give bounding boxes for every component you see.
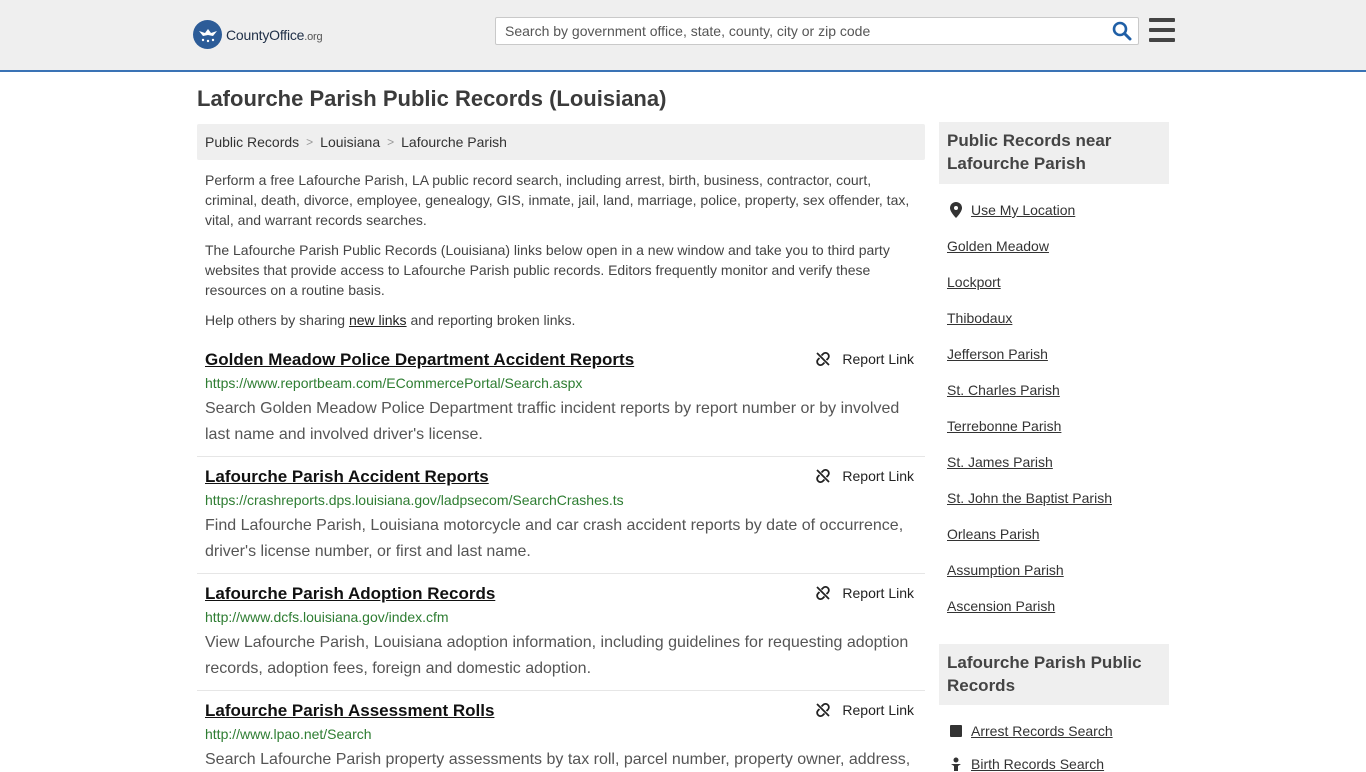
arrest-records-link[interactable]: Arrest Records Search bbox=[971, 723, 1113, 739]
listing-item: Lafourche Parish Adoption Records Report… bbox=[197, 584, 925, 691]
intro-paragraph: Perform a free Lafourche Parish, LA publ… bbox=[205, 172, 910, 228]
sidebar-link-st-charles-parish[interactable]: St. Charles Parish bbox=[947, 382, 1060, 398]
use-my-location[interactable]: Use My Location bbox=[949, 202, 1075, 218]
listing-title-link[interactable]: Lafourche Parish Assessment Rolls bbox=[205, 701, 494, 721]
breadcrumb-separator-icon: > bbox=[306, 135, 314, 149]
breadcrumb-lafourche-parish[interactable]: Lafourche Parish bbox=[401, 134, 507, 150]
sidebar-link-golden-meadow[interactable]: Golden Meadow bbox=[947, 238, 1049, 254]
sidebar-heading-nearby: Public Records near Lafourche Parish bbox=[939, 122, 1169, 184]
sidebar-link-st-james-parish[interactable]: St. James Parish bbox=[947, 454, 1053, 470]
sidebar-link-lockport[interactable]: Lockport bbox=[947, 274, 1001, 290]
sidebar-item-arrest-records[interactable]: Arrest Records Search bbox=[949, 723, 1113, 739]
listing-title-link[interactable]: Lafourche Parish Adoption Records bbox=[205, 584, 495, 604]
logo-text: CountyOffice.org bbox=[226, 26, 323, 43]
search-box bbox=[495, 17, 1139, 45]
listing-url: http://www.lpao.net/Search bbox=[205, 726, 372, 742]
search-button[interactable] bbox=[1106, 18, 1138, 44]
listing-description: Search Lafourche Parish property assessm… bbox=[205, 751, 911, 768]
listing-description: Find Lafourche Parish, Louisiana motorcy… bbox=[205, 517, 904, 560]
birth-records-link[interactable]: Birth Records Search bbox=[971, 756, 1104, 772]
broken-link-icon bbox=[816, 352, 831, 366]
listing-item: Lafourche Parish Accident Reports Report… bbox=[197, 467, 925, 574]
listing-item: Golden Meadow Police Department Accident… bbox=[197, 350, 925, 457]
listing-description: View Lafourche Parish, Louisiana adoptio… bbox=[205, 634, 909, 677]
sidebar-link-thibodaux[interactable]: Thibodaux bbox=[947, 310, 1012, 326]
page-title: Lafourche Parish Public Records (Louisia… bbox=[197, 86, 667, 111]
breadcrumb-separator-icon: > bbox=[387, 135, 395, 149]
intro-share: Help others by sharing new links and rep… bbox=[205, 312, 576, 328]
listing-url: https://crashreports.dps.louisiana.gov/l… bbox=[205, 492, 624, 508]
site-header: CountyOffice.org bbox=[0, 0, 1366, 72]
baby-icon bbox=[949, 757, 963, 771]
map-pin-icon bbox=[949, 202, 963, 218]
intro-disclaimer: The Lafourche Parish Public Records (Lou… bbox=[205, 242, 890, 298]
use-my-location-link[interactable]: Use My Location bbox=[971, 202, 1075, 218]
breadcrumb-public-records[interactable]: Public Records bbox=[205, 134, 299, 150]
breadcrumb: Public Records > Louisiana > Lafourche P… bbox=[197, 124, 925, 160]
square-icon bbox=[949, 725, 963, 737]
site-logo[interactable]: CountyOffice.org bbox=[193, 20, 323, 49]
report-link-button[interactable]: Report Link bbox=[815, 351, 914, 367]
sidebar-link-orleans-parish[interactable]: Orleans Parish bbox=[947, 526, 1040, 542]
listing-description: Search Golden Meadow Police Department t… bbox=[205, 400, 900, 443]
report-link-button[interactable]: Report Link bbox=[815, 702, 914, 718]
logo-eagle-icon bbox=[193, 20, 222, 49]
listing-title-link[interactable]: Golden Meadow Police Department Accident… bbox=[205, 350, 634, 370]
listing-url: https://www.reportbeam.com/ECommercePort… bbox=[205, 375, 583, 391]
broken-link-icon bbox=[816, 586, 831, 600]
report-link-button[interactable]: Report Link bbox=[815, 585, 914, 601]
sidebar-link-ascension-parish[interactable]: Ascension Parish bbox=[947, 598, 1055, 614]
search-input[interactable] bbox=[503, 18, 1106, 44]
listing-item: Lafourche Parish Assessment Rolls Report… bbox=[197, 701, 925, 768]
broken-link-icon bbox=[816, 469, 831, 483]
listing-url: http://www.dcfs.louisiana.gov/index.cfm bbox=[205, 609, 449, 625]
hamburger-menu-icon[interactable] bbox=[1149, 18, 1175, 42]
report-link-button[interactable]: Report Link bbox=[815, 468, 914, 484]
sidebar-item-birth-records[interactable]: Birth Records Search bbox=[949, 756, 1104, 772]
sidebar-link-terrebonne-parish[interactable]: Terrebonne Parish bbox=[947, 418, 1061, 434]
new-links-link[interactable]: new links bbox=[349, 312, 407, 328]
sidebar-link-st-john-the-baptist-parish[interactable]: St. John the Baptist Parish bbox=[947, 490, 1112, 506]
sidebar-heading-public-records: Lafourche Parish Public Records bbox=[939, 644, 1169, 705]
breadcrumb-louisiana[interactable]: Louisiana bbox=[320, 134, 380, 150]
broken-link-icon bbox=[816, 703, 831, 717]
sidebar-link-assumption-parish[interactable]: Assumption Parish bbox=[947, 562, 1064, 578]
search-icon bbox=[1112, 21, 1132, 41]
sidebar-link-jefferson-parish[interactable]: Jefferson Parish bbox=[947, 346, 1048, 362]
listing-title-link[interactable]: Lafourche Parish Accident Reports bbox=[205, 467, 489, 487]
